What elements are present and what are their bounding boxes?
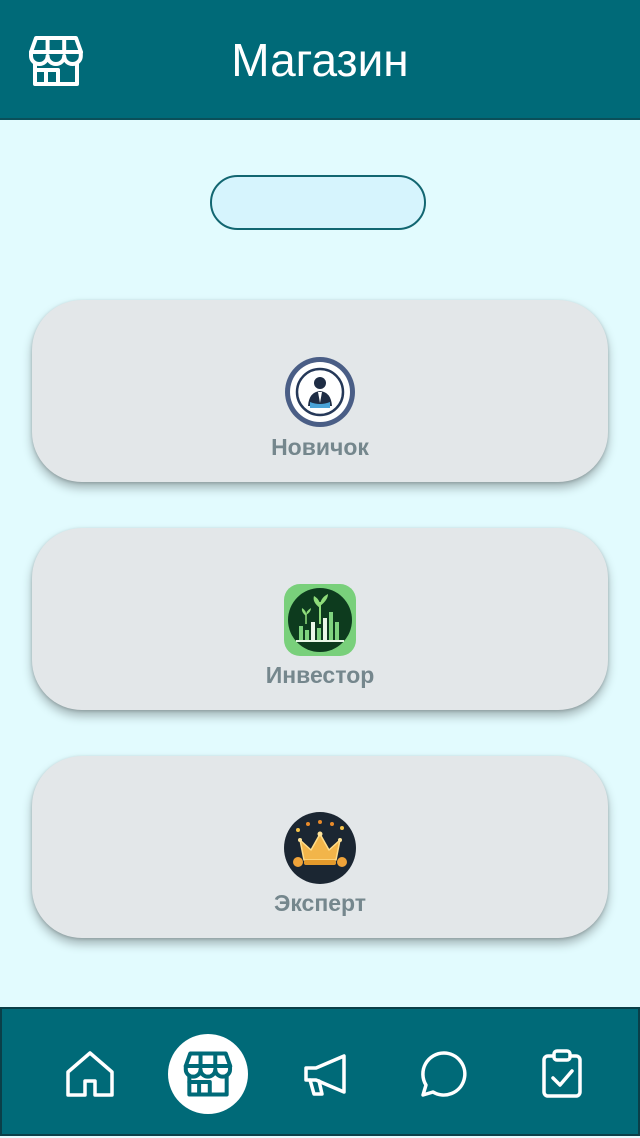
- nav-tasks[interactable]: [522, 1009, 602, 1138]
- balance-pill[interactable]: [210, 175, 426, 230]
- plan-label: Эксперт: [273, 890, 367, 916]
- clipboard-check-icon: [542, 1048, 582, 1098]
- businessman-icon: [285, 357, 355, 427]
- plan-label: Инвестор: [265, 662, 375, 688]
- app-header: Магазин: [0, 0, 640, 120]
- nav-chat[interactable]: [404, 1009, 484, 1138]
- growth-chart-icon: [284, 584, 356, 656]
- chat-bubble-icon: [421, 1050, 467, 1097]
- page-title: Магазин: [231, 34, 409, 86]
- plan-card-expert[interactable]: Эксперт: [32, 756, 608, 938]
- nav-active-indicator: [168, 1033, 248, 1114]
- nav-store[interactable]: [168, 1009, 248, 1138]
- megaphone-icon: [304, 1053, 346, 1096]
- store-icon: [183, 1051, 233, 1096]
- crown-icon: [284, 812, 356, 884]
- plan-card-investor[interactable]: Инвестор: [32, 528, 608, 710]
- home-icon: [66, 1050, 114, 1097]
- plan-label: Новичок: [271, 434, 369, 460]
- plan-card-beginner[interactable]: Новичок: [32, 300, 608, 482]
- nav-announcements[interactable]: [286, 1009, 366, 1138]
- bottom-navigation: [0, 1007, 640, 1136]
- nav-home[interactable]: [50, 1009, 130, 1138]
